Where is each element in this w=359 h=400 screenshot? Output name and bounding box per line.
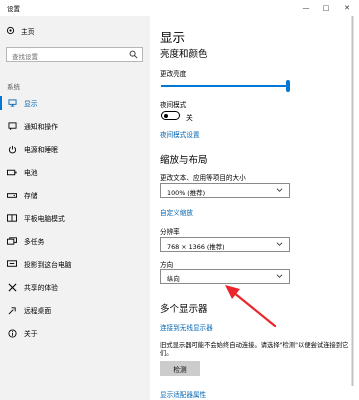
orientation-dropdown[interactable]: 纵向 [160, 269, 290, 284]
brightness-heading: 亮度和颜色 [160, 49, 208, 60]
sidebar-item-label: 共享的体验 [24, 284, 58, 292]
resolution-label: 分辨率 [160, 228, 180, 236]
home-icon [6, 26, 15, 37]
sidebar-item-label: 电池 [24, 169, 38, 177]
storage-icon [0, 192, 24, 199]
orientation-label: 方向 [160, 261, 174, 269]
close-button[interactable]: ✕ [337, 0, 357, 16]
info-icon [0, 328, 24, 338]
resolution-dropdown[interactable]: 768 × 1366 (推荐) [160, 237, 290, 252]
minimize-icon: — [302, 4, 310, 12]
sidebar-item-label: 主页 [21, 28, 35, 36]
projecting-icon [0, 260, 24, 268]
scale-heading: 缩放与布局 [160, 155, 208, 166]
maximize-button[interactable]: □ [316, 0, 336, 16]
sidebar-item-tablet-mode[interactable]: 平板电脑模式 [0, 209, 150, 227]
brightness-slider-track[interactable] [161, 85, 289, 87]
scale-value: 100% (推荐) [167, 188, 206, 197]
sidebar-item-power[interactable]: 电源和睡眠 [0, 140, 150, 158]
battery-icon [0, 169, 24, 176]
chevron-down-icon [276, 187, 283, 195]
night-light-toggle[interactable] [161, 111, 180, 120]
sidebar-item-label: 通知和操作 [24, 123, 58, 131]
sidebar-item-notifications[interactable]: 通知和操作 [0, 117, 150, 135]
power-icon [0, 145, 24, 154]
title-bar: 设置 — □ ✕ [0, 0, 359, 16]
sidebar-item-home[interactable]: 主页 [6, 24, 35, 38]
minimize-button[interactable]: — [296, 0, 316, 16]
search-placeholder: 查找设置 [12, 53, 38, 61]
multitasking-icon [0, 237, 24, 245]
resolution-value: 768 × 1366 (推荐) [167, 242, 225, 251]
search-icon [129, 50, 138, 61]
night-light-state: 关 [186, 114, 193, 122]
sidebar-item-battery[interactable]: 电池 [0, 163, 150, 181]
orientation-value: 纵向 [167, 274, 180, 283]
remote-desktop-icon [0, 306, 24, 315]
close-icon: ✕ [344, 4, 350, 12]
tablet-mode-icon [0, 214, 24, 222]
sidebar-item-projecting[interactable]: 投影到这台电脑 [0, 255, 150, 273]
scrollbar[interactable] [351, 16, 354, 396]
notification-icon [0, 122, 24, 130]
sidebar-item-label: 电源和睡眠 [24, 146, 58, 154]
sidebar-item-display[interactable]: 显示 [0, 94, 150, 112]
search-input[interactable]: 查找设置 [6, 47, 143, 62]
shared-experiences-icon [0, 283, 24, 292]
brightness-slider-thumb[interactable] [286, 80, 290, 92]
window-title: 设置 [7, 5, 20, 13]
sidebar [0, 16, 150, 400]
display-adapter-link[interactable]: 显示适配器属性 [160, 389, 206, 399]
chevron-down-icon [276, 241, 283, 249]
brightness-label: 更改亮度 [160, 70, 187, 78]
sidebar-item-label: 远程桌面 [24, 307, 52, 315]
maximize-icon: □ [322, 4, 330, 12]
sidebar-item-label: 显示 [24, 100, 38, 108]
detect-button[interactable]: 检测 [160, 361, 200, 376]
sidebar-item-label: 平板电脑模式 [24, 215, 65, 223]
detect-description: 旧式显示器可能不会始终自动连接。请选择"检测"以便尝试连接到它们。 [160, 342, 349, 357]
night-light-label: 夜间模式 [160, 101, 187, 109]
custom-scaling-link[interactable]: 自定义缩放 [160, 207, 193, 217]
multiple-displays-heading: 多个显示器 [160, 304, 208, 315]
sidebar-item-shared-experiences[interactable]: 共享的体验 [0, 278, 150, 296]
page-title: 显示 [160, 30, 186, 45]
toggle-knob [164, 113, 168, 118]
sidebar-item-label: 存储 [24, 192, 38, 200]
wireless-display-link[interactable]: 连接到无线显示器 [160, 322, 213, 332]
sidebar-section-label: 系统 [7, 83, 20, 91]
sidebar-item-label: 关于 [24, 330, 38, 338]
sidebar-item-label: 投影到这台电脑 [24, 261, 72, 269]
sidebar-item-multitasking[interactable]: 多任务 [0, 232, 150, 250]
sidebar-item-label: 多任务 [24, 238, 45, 246]
scale-label: 更改文本、应用等项目的大小 [160, 174, 246, 182]
night-light-settings-link[interactable]: 夜间模式设置 [160, 129, 200, 139]
sidebar-item-remote-desktop[interactable]: 远程桌面 [0, 301, 150, 319]
chevron-down-icon [276, 273, 283, 281]
sidebar-item-about[interactable]: 关于 [0, 324, 150, 342]
monitor-icon [0, 99, 24, 107]
sidebar-item-storage[interactable]: 存储 [0, 186, 150, 204]
scale-dropdown[interactable]: 100% (推荐) [160, 183, 290, 198]
